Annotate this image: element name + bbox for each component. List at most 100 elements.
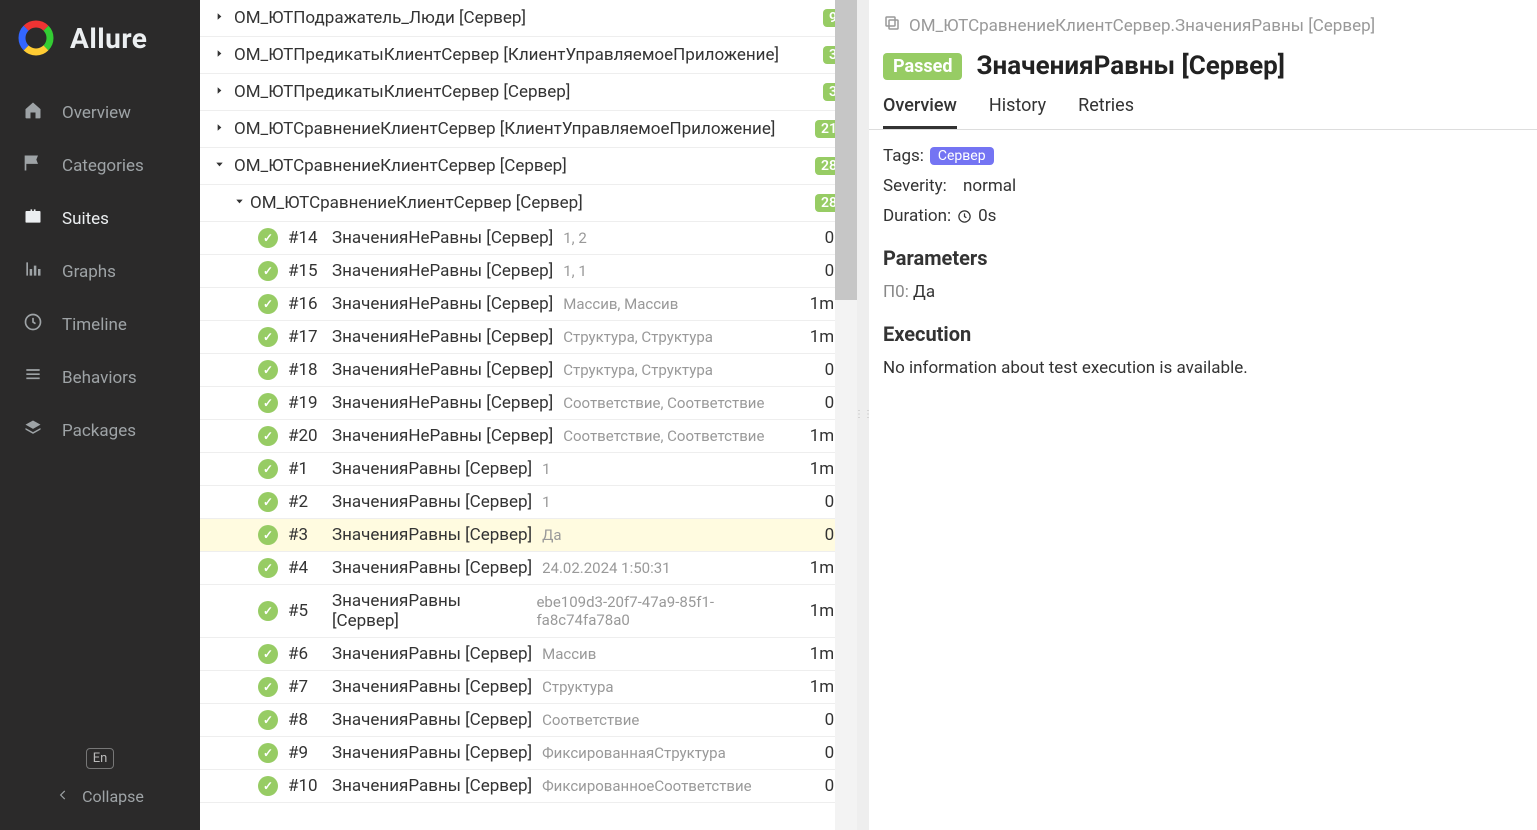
nav-suites[interactable]: Suites — [0, 192, 200, 245]
nav-behaviors[interactable]: Behaviors — [0, 351, 200, 404]
test-name: ЗначенияРавны [Сервер] — [332, 677, 532, 697]
nav-label: Timeline — [62, 315, 127, 335]
title-row: Passed ЗначенияРавны [Сервер] — [869, 41, 1537, 85]
detail-tabs: Overview History Retries — [869, 85, 1537, 130]
status-passed-icon — [258, 525, 278, 545]
layers-icon — [22, 418, 44, 443]
test-name: ЗначенияНеРавны [Сервер] — [332, 360, 553, 380]
clock-icon — [22, 312, 44, 337]
test-name: ЗначенияРавны [Сервер] — [332, 591, 526, 631]
test-number: #5 — [288, 601, 322, 621]
nav-label: Overview — [62, 103, 131, 123]
status-passed-icon — [258, 677, 278, 697]
nav-label: Packages — [62, 421, 136, 441]
split-handle[interactable]: ⋮⋮ — [857, 0, 869, 830]
chevron-down-icon — [214, 159, 228, 174]
breadcrumb-text: ОМ_ЮТСравнениеКлиентСервер.ЗначенияРавны… — [909, 16, 1375, 36]
test-params: Структура, Структура — [563, 328, 713, 346]
status-passed-icon — [258, 294, 278, 314]
tab-overview[interactable]: Overview — [883, 95, 957, 129]
brand-name: Allure — [70, 22, 147, 55]
test-row[interactable]: #19 ЗначенияНеРавны [Сервер] Соответствие,… — [200, 387, 857, 420]
sidebar-footer: En Collapse — [0, 736, 200, 830]
nav-categories[interactable]: Categories — [0, 139, 200, 192]
test-number: #3 — [288, 525, 322, 545]
allure-logo-icon — [16, 18, 56, 58]
test-row[interactable]: #15ЗначенияНеРавны [Сервер]1, 10s — [200, 255, 857, 288]
test-row[interactable]: #1ЗначенияРавны [Сервер]11ms — [200, 453, 857, 486]
test-title: ЗначенияРавны [Сервер] — [976, 51, 1284, 81]
tree-group[interactable]: ОМ_ЮТПодражатель_Люди [Сервер]9 — [200, 0, 857, 37]
chevron-down-icon — [234, 196, 248, 211]
test-row[interactable]: #17ЗначенияНеРавны [Сервер]Структура, Ст… — [200, 321, 857, 354]
status-badge: Passed — [883, 53, 962, 80]
test-params: 1 — [542, 493, 550, 511]
meta-block: Tags: Сервер Severity: normal Duration: … — [869, 130, 1537, 230]
test-row[interactable]: #2ЗначенияРавны [Сервер]10s — [200, 486, 857, 519]
test-params: Структура — [542, 678, 614, 696]
tree-group[interactable]: ОМ_ЮТСравнениеКлиентСервер [Сервер]28 — [200, 148, 857, 185]
test-params: Структура, Структура — [563, 361, 713, 379]
test-number: #18 — [288, 360, 322, 380]
test-name: ЗначенияНеРавны [Сервер] — [332, 393, 553, 413]
test-row[interactable]: #14ЗначенияНеРавны [Сервер]1, 20s — [200, 222, 857, 255]
test-number: #8 — [288, 710, 322, 730]
test-number: #2 — [288, 492, 322, 512]
group-name: ОМ_ЮТПодражатель_Люди [Сервер] — [234, 8, 823, 28]
status-passed-icon — [258, 710, 278, 730]
tab-history[interactable]: History — [989, 95, 1046, 129]
test-number: #1 — [288, 459, 322, 479]
tag-badge[interactable]: Сервер — [930, 147, 994, 165]
chevron-right-icon — [214, 122, 228, 137]
severity-row: Severity: normal — [883, 176, 1519, 196]
test-params: 1, 2 — [563, 229, 587, 247]
test-row[interactable]: #9ЗначенияРавны [Сервер]ФиксированнаяСтр… — [200, 737, 857, 770]
home-icon — [22, 100, 44, 125]
tree-panel: ОМ_ЮТПодражатель_Люди [Сервер]9 ОМ_ЮТПред… — [200, 0, 857, 830]
test-name: ЗначенияРавны [Сервер] — [332, 558, 532, 578]
nav-overview[interactable]: Overview — [0, 86, 200, 139]
test-number: #14 — [288, 228, 322, 248]
test-row[interactable]: #3ЗначенияРавны [Сервер]Да0s — [200, 519, 857, 552]
test-row[interactable]: #6ЗначенияРавны [Сервер]Массив1ms — [200, 638, 857, 671]
test-row[interactable]: #8ЗначенияРавны [Сервер]Соответствие0s — [200, 704, 857, 737]
nav-packages[interactable]: Packages — [0, 404, 200, 457]
duration-value: 0s — [978, 206, 996, 226]
copy-icon[interactable] — [883, 14, 901, 37]
test-row[interactable]: #20ЗначенияНеРавны [Сервер]Соответствие,… — [200, 420, 857, 453]
nav-label: Graphs — [62, 262, 116, 282]
tree-group[interactable]: ОМ_ЮТПредикатыКлиентСервер [КлиентУправл… — [200, 37, 857, 74]
test-tree: ОМ_ЮТПодражатель_Люди [Сервер]9 ОМ_ЮТПред… — [200, 0, 857, 803]
test-row[interactable]: #18 ЗначенияНеРавны [Сервер] Структура, Ст… — [200, 354, 857, 387]
status-passed-icon — [258, 601, 278, 621]
tree-group[interactable]: ОМ_ЮТСравнениеКлиентСервер [КлиентУправл… — [200, 111, 857, 148]
nav-graphs[interactable]: Graphs — [0, 245, 200, 298]
sidebar-header: Allure — [0, 0, 200, 80]
collapse-button[interactable]: Collapse — [56, 787, 144, 806]
group-name: ОМ_ЮТПредикатыКлиентСервер [КлиентУправл… — [234, 45, 823, 65]
test-row[interactable]: #5ЗначенияРавны [Сервер]ebe109d3-20f7-47… — [200, 585, 857, 638]
nav-timeline[interactable]: Timeline — [0, 298, 200, 351]
parameters-body: П0: Да — [869, 276, 1537, 306]
test-params: Массив, Массив — [563, 295, 678, 313]
group-name: ОМ_ЮТСравнениеКлиентСервер [Сервер] — [250, 193, 815, 213]
test-row[interactable]: #10ЗначенияРавны [Сервер]ФиксированноеСо… — [200, 770, 857, 803]
test-name: ЗначенияРавны [Сервер] — [332, 644, 532, 664]
tree-group[interactable]: ОМ_ЮТПредикатыКлиентСервер [Сервер]3 — [200, 74, 857, 111]
tab-retries[interactable]: Retries — [1078, 95, 1134, 129]
test-row[interactable]: #4ЗначенияРавны [Сервер]24.02.2024 1:50:… — [200, 552, 857, 585]
scrollbar-thumb[interactable] — [835, 0, 857, 300]
test-row[interactable]: #7ЗначенияРавны [Сервер]Структура1ms — [200, 671, 857, 704]
flag-icon — [22, 153, 44, 178]
clock-icon — [957, 209, 972, 224]
status-passed-icon — [258, 644, 278, 664]
test-params: Соответствие, Соответствие — [563, 394, 764, 412]
status-passed-icon — [258, 261, 278, 281]
test-params: 24.02.2024 1:50:31 — [542, 559, 671, 577]
lang-toggle[interactable]: En — [86, 748, 115, 769]
parameters-heading: Parameters — [869, 230, 1537, 276]
group-name: ОМ_ЮТПредикатыКлиентСервер [Сервер] — [234, 82, 823, 102]
test-row[interactable]: #16ЗначенияНеРавны [Сервер]Массив, Масси… — [200, 288, 857, 321]
tree-group[interactable]: ОМ_ЮТСравнениеКлиентСервер [Сервер]28 — [200, 185, 857, 222]
test-number: #19 — [288, 393, 322, 413]
